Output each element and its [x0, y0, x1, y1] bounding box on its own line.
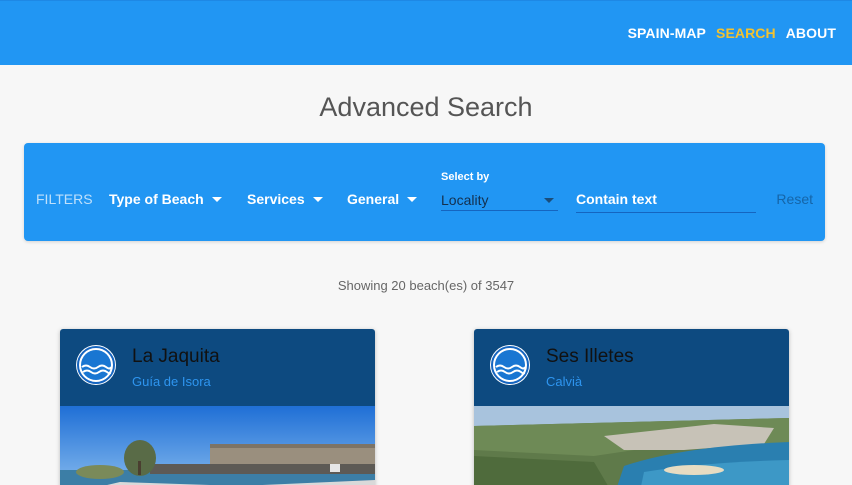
nav-search[interactable]: SEARCH: [716, 25, 776, 41]
beach-card[interactable]: La Jaquita Guía de Isora: [60, 329, 375, 485]
services-label: Services: [247, 191, 305, 207]
general-label: General: [347, 191, 400, 207]
top-app-bar: SPAIN-MAP SEARCH ABOUT: [0, 0, 852, 65]
contain-text-field[interactable]: Contain text: [576, 191, 756, 213]
beach-locality: Guía de Isora: [132, 374, 211, 389]
services-dropdown[interactable]: Services: [247, 191, 323, 207]
chevron-down-icon: [312, 197, 323, 202]
beach-photo: [60, 406, 375, 485]
blue-flag-icon: [490, 345, 530, 385]
chevron-down-icon: [407, 197, 418, 202]
nav-spain-map[interactable]: SPAIN-MAP: [628, 25, 706, 41]
beach-card-header: Ses Illetes Calvià: [474, 329, 789, 406]
chevron-down-icon: [211, 197, 222, 202]
beach-name: Ses Illetes: [546, 346, 634, 367]
reset-button[interactable]: Reset: [776, 191, 813, 207]
beach-name: La Jaquita: [132, 346, 220, 367]
filters-panel: FILTERS Type of Beach Services General S…: [24, 143, 825, 241]
contain-text-input[interactable]: Contain text: [576, 191, 756, 213]
results-count: Showing 20 beach(es) of 3547: [337, 278, 515, 293]
type-of-beach-dropdown[interactable]: Type of Beach: [109, 191, 222, 207]
select-by-value: Locality: [441, 191, 489, 208]
select-by-label: Select by: [441, 171, 490, 183]
main-nav: SPAIN-MAP SEARCH ABOUT: [628, 25, 836, 41]
beach-locality: Calvià: [546, 374, 583, 389]
beach-card[interactable]: Ses Illetes Calvià: [474, 329, 789, 485]
beach-photo: [474, 406, 789, 485]
chevron-down-icon: [544, 197, 554, 203]
filters-label: FILTERS: [36, 191, 93, 207]
select-by-field: Select by Locality: [441, 171, 558, 211]
select-by-select[interactable]: Locality: [441, 189, 558, 211]
beach-card-header: La Jaquita Guía de Isora: [60, 329, 375, 406]
nav-about[interactable]: ABOUT: [786, 25, 836, 41]
type-of-beach-label: Type of Beach: [109, 191, 204, 207]
blue-flag-icon: [76, 345, 116, 385]
page-title: Advanced Search: [319, 92, 533, 122]
general-dropdown[interactable]: General: [347, 191, 418, 207]
